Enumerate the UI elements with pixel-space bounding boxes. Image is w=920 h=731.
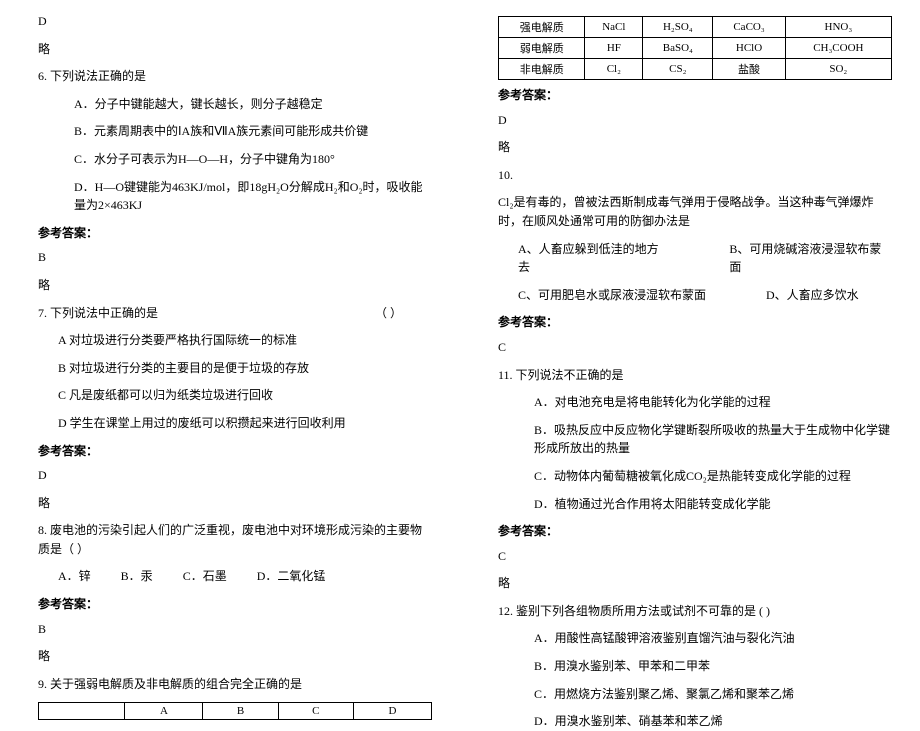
r2-label: 弱电解质 — [499, 38, 585, 59]
q11-stem: 11. 下列说法不正确的是 — [498, 366, 892, 385]
prev-answer-letter: D — [38, 12, 432, 31]
q6-option-d: D．H—O键键能为463KJ/mol，即18gH₂O分解成H₂和O₂时，吸收能量… — [38, 178, 432, 215]
q11-answer-label: 参考答案： — [498, 522, 892, 541]
q7-option-a: A 对垃圾进行分类要严格执行国际统一的标准 — [38, 331, 432, 350]
q12-option-c: C．用燃烧方法鉴别聚乙烯、聚氯乙烯和聚苯乙烯 — [498, 685, 892, 704]
table-row: 强电解质 NaCl H₂SO₄ CaCO₃ HNO₃ — [499, 17, 892, 38]
table-row: A B C D — [39, 703, 432, 720]
q8-stem: 8. 废电池的污染引起人们的广泛重视，废电池中对环境形成污染的主要物质是（ ） — [38, 521, 432, 558]
r2-d: CH₃COOH — [785, 38, 891, 59]
q6-answer-label: 参考答案： — [38, 224, 432, 243]
q11-answer: C — [498, 547, 892, 566]
left-column: D 略 6. 下列说法正确的是 A．分子中键能越大，键长越长，则分子越稳定 B．… — [0, 0, 460, 651]
r3-b: CS₂ — [643, 59, 713, 80]
q9-omit: 略 — [498, 138, 892, 157]
q10-option-d: D、人畜应多饮水 — [766, 286, 859, 305]
q11-option-c: C．动物体内葡萄糖被氧化成CO₂是热能转变成化学能的过程 — [498, 467, 892, 486]
q6-stem: 6. 下列说法正确的是 — [38, 67, 432, 86]
q9-hd: D — [353, 703, 431, 720]
q6-omit: 略 — [38, 276, 432, 295]
table-row: 弱电解质 HF BaSO₄ HClO CH₃COOH — [499, 38, 892, 59]
q9-ha: A — [125, 703, 203, 720]
q6-option-c: C．水分子可表示为H—O—H，分子中键角为180° — [38, 150, 432, 169]
table-row: 非电解质 Cl₂ CS₂ 盐酸 SO₂ — [499, 59, 892, 80]
q12-option-b: B．用溴水鉴别苯、甲苯和二甲苯 — [498, 657, 892, 676]
q10-answer-label: 参考答案： — [498, 313, 892, 332]
r3-d: SO₂ — [785, 59, 891, 80]
q6-option-b: B．元素周期表中的ⅠA族和ⅦA族元素间可能形成共价键 — [38, 122, 432, 141]
q11-option-b: B．吸热反应中反应物化学键断裂所吸收的热量大于生成物中化学键形成所放出的热量 — [498, 421, 892, 458]
r1-b: H₂SO₄ — [643, 17, 713, 38]
q10-answer: C — [498, 338, 892, 357]
r2-b: BaSO₄ — [643, 38, 713, 59]
q8-option-c: C．石墨 — [183, 567, 227, 586]
q11-option-a: A．对电池充电是将电能转化为化学能的过程 — [498, 393, 892, 412]
q7-omit: 略 — [38, 494, 432, 513]
q9-answer-label: 参考答案： — [498, 86, 892, 105]
q12-stem: 12. 鉴别下列各组物质所用方法或试剂不可靠的是 ( ) — [498, 602, 892, 621]
q9-header-table: A B C D — [38, 702, 432, 720]
r1-c: CaCO₃ — [713, 17, 785, 38]
r2-c: HClO — [713, 38, 785, 59]
q10-option-a: A、人畜应躲到低洼的地方去 — [518, 240, 669, 277]
q8-omit: 略 — [38, 647, 432, 666]
q10-row1: A、人畜应躲到低洼的地方去 B、可用烧碱溶液浸湿软布蒙面 — [498, 240, 892, 277]
q7-option-b: B 对垃圾进行分类的主要目的是便于垃圾的存放 — [38, 359, 432, 378]
r3-a: Cl₂ — [585, 59, 643, 80]
q11-omit: 略 — [498, 574, 892, 593]
q8-options: A．锌 B．汞 C．石墨 D．二氧化锰 — [38, 567, 432, 586]
q9-hc: C — [278, 703, 353, 720]
q6-option-a: A．分子中键能越大，键长越长，则分子越稳定 — [38, 95, 432, 114]
q9-data-table: 强电解质 NaCl H₂SO₄ CaCO₃ HNO₃ 弱电解质 HF BaSO₄… — [498, 16, 892, 80]
q8-option-d: D．二氧化锰 — [257, 567, 326, 586]
q7-option-c: C 凡是废纸都可以归为纸类垃圾进行回收 — [38, 386, 432, 405]
q9-hb: B — [203, 703, 278, 720]
q8-option-b: B．汞 — [121, 567, 153, 586]
q7-blank: （ ） — [375, 304, 402, 323]
r2-a: HF — [585, 38, 643, 59]
q8-answer-label: 参考答案： — [38, 595, 432, 614]
q10-stem: Cl₂是有毒的，曾被法西斯制成毒气弹用于侵略战争。当这种毒气弹爆炸时，在顺风处通… — [498, 193, 892, 230]
q9-h0 — [39, 703, 125, 720]
right-column: 强电解质 NaCl H₂SO₄ CaCO₃ HNO₃ 弱电解质 HF BaSO₄… — [460, 0, 920, 651]
r3-label: 非电解质 — [499, 59, 585, 80]
q10-option-c: C、可用肥皂水或尿液浸湿软布蒙面 — [518, 286, 706, 305]
q11-option-d: D．植物通过光合作用将太阳能转变成化学能 — [498, 495, 892, 514]
q10-option-b: B、可用烧碱溶液浸湿软布蒙面 — [729, 240, 892, 277]
q12-option-d: D．用溴水鉴别苯、硝基苯和苯乙烯 — [498, 712, 892, 731]
q7-stem-row: 7. 下列说法中正确的是 （ ） — [38, 304, 432, 323]
q9-stem: 9. 关于强弱电解质及非电解质的组合完全正确的是 — [38, 675, 432, 694]
q8-answer: B — [38, 620, 432, 639]
q7-stem: 7. 下列说法中正确的是 — [38, 304, 158, 323]
r3-c: 盐酸 — [713, 59, 785, 80]
q10-row2: C、可用肥皂水或尿液浸湿软布蒙面 D、人畜应多饮水 — [498, 286, 892, 305]
q12-option-a: A．用酸性高锰酸钾溶液鉴别直馏汽油与裂化汽油 — [498, 629, 892, 648]
q7-answer-label: 参考答案： — [38, 442, 432, 461]
r1-label: 强电解质 — [499, 17, 585, 38]
q8-option-a: A．锌 — [58, 567, 91, 586]
q9-answer: D — [498, 111, 892, 130]
q7-option-d: D 学生在课堂上用过的废纸可以积攒起来进行回收利用 — [38, 414, 432, 433]
q7-answer: D — [38, 466, 432, 485]
q6-answer: B — [38, 248, 432, 267]
r1-d: HNO₃ — [785, 17, 891, 38]
q10-num: 10. — [498, 166, 892, 185]
prev-omit: 略 — [38, 40, 432, 59]
r1-a: NaCl — [585, 17, 643, 38]
